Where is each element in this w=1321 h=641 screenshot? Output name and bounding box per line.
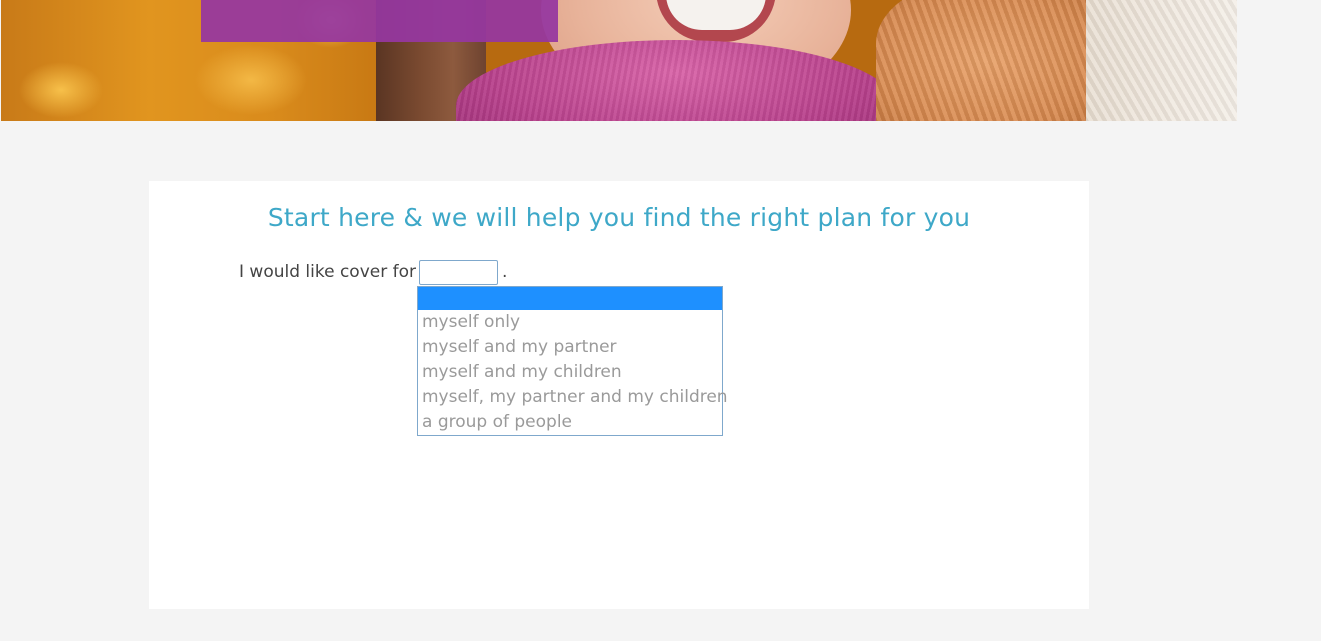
cover-row: I would like cover for . — [239, 258, 507, 286]
dropdown-option-blank[interactable] — [418, 287, 722, 310]
cover-period: . — [502, 262, 508, 282]
hero-knit-background — [1086, 0, 1237, 121]
cover-label: I would like cover for — [239, 262, 416, 282]
dropdown-option-myself-and-children[interactable]: myself and my children — [418, 360, 722, 385]
hero-sweater — [876, 0, 1116, 121]
cover-dropdown-list: myself only myself and my partner myself… — [417, 286, 728, 436]
hero-purple-overlay — [201, 0, 558, 42]
dropdown-option-myself-and-partner[interactable]: myself and my partner — [418, 335, 722, 360]
hero-banner-image — [1, 0, 1237, 121]
cover-select[interactable] — [419, 259, 498, 285]
dropdown-option-myself-partner-children[interactable]: myself, my partner and my children — [418, 385, 728, 410]
dropdown-option-myself-only[interactable]: myself only — [418, 310, 722, 335]
form-heading: Start here & we will help you find the r… — [267, 203, 971, 232]
dropdown-option-group-of-people[interactable]: a group of people — [418, 410, 722, 435]
page: Start here & we will help you find the r… — [0, 0, 1321, 641]
